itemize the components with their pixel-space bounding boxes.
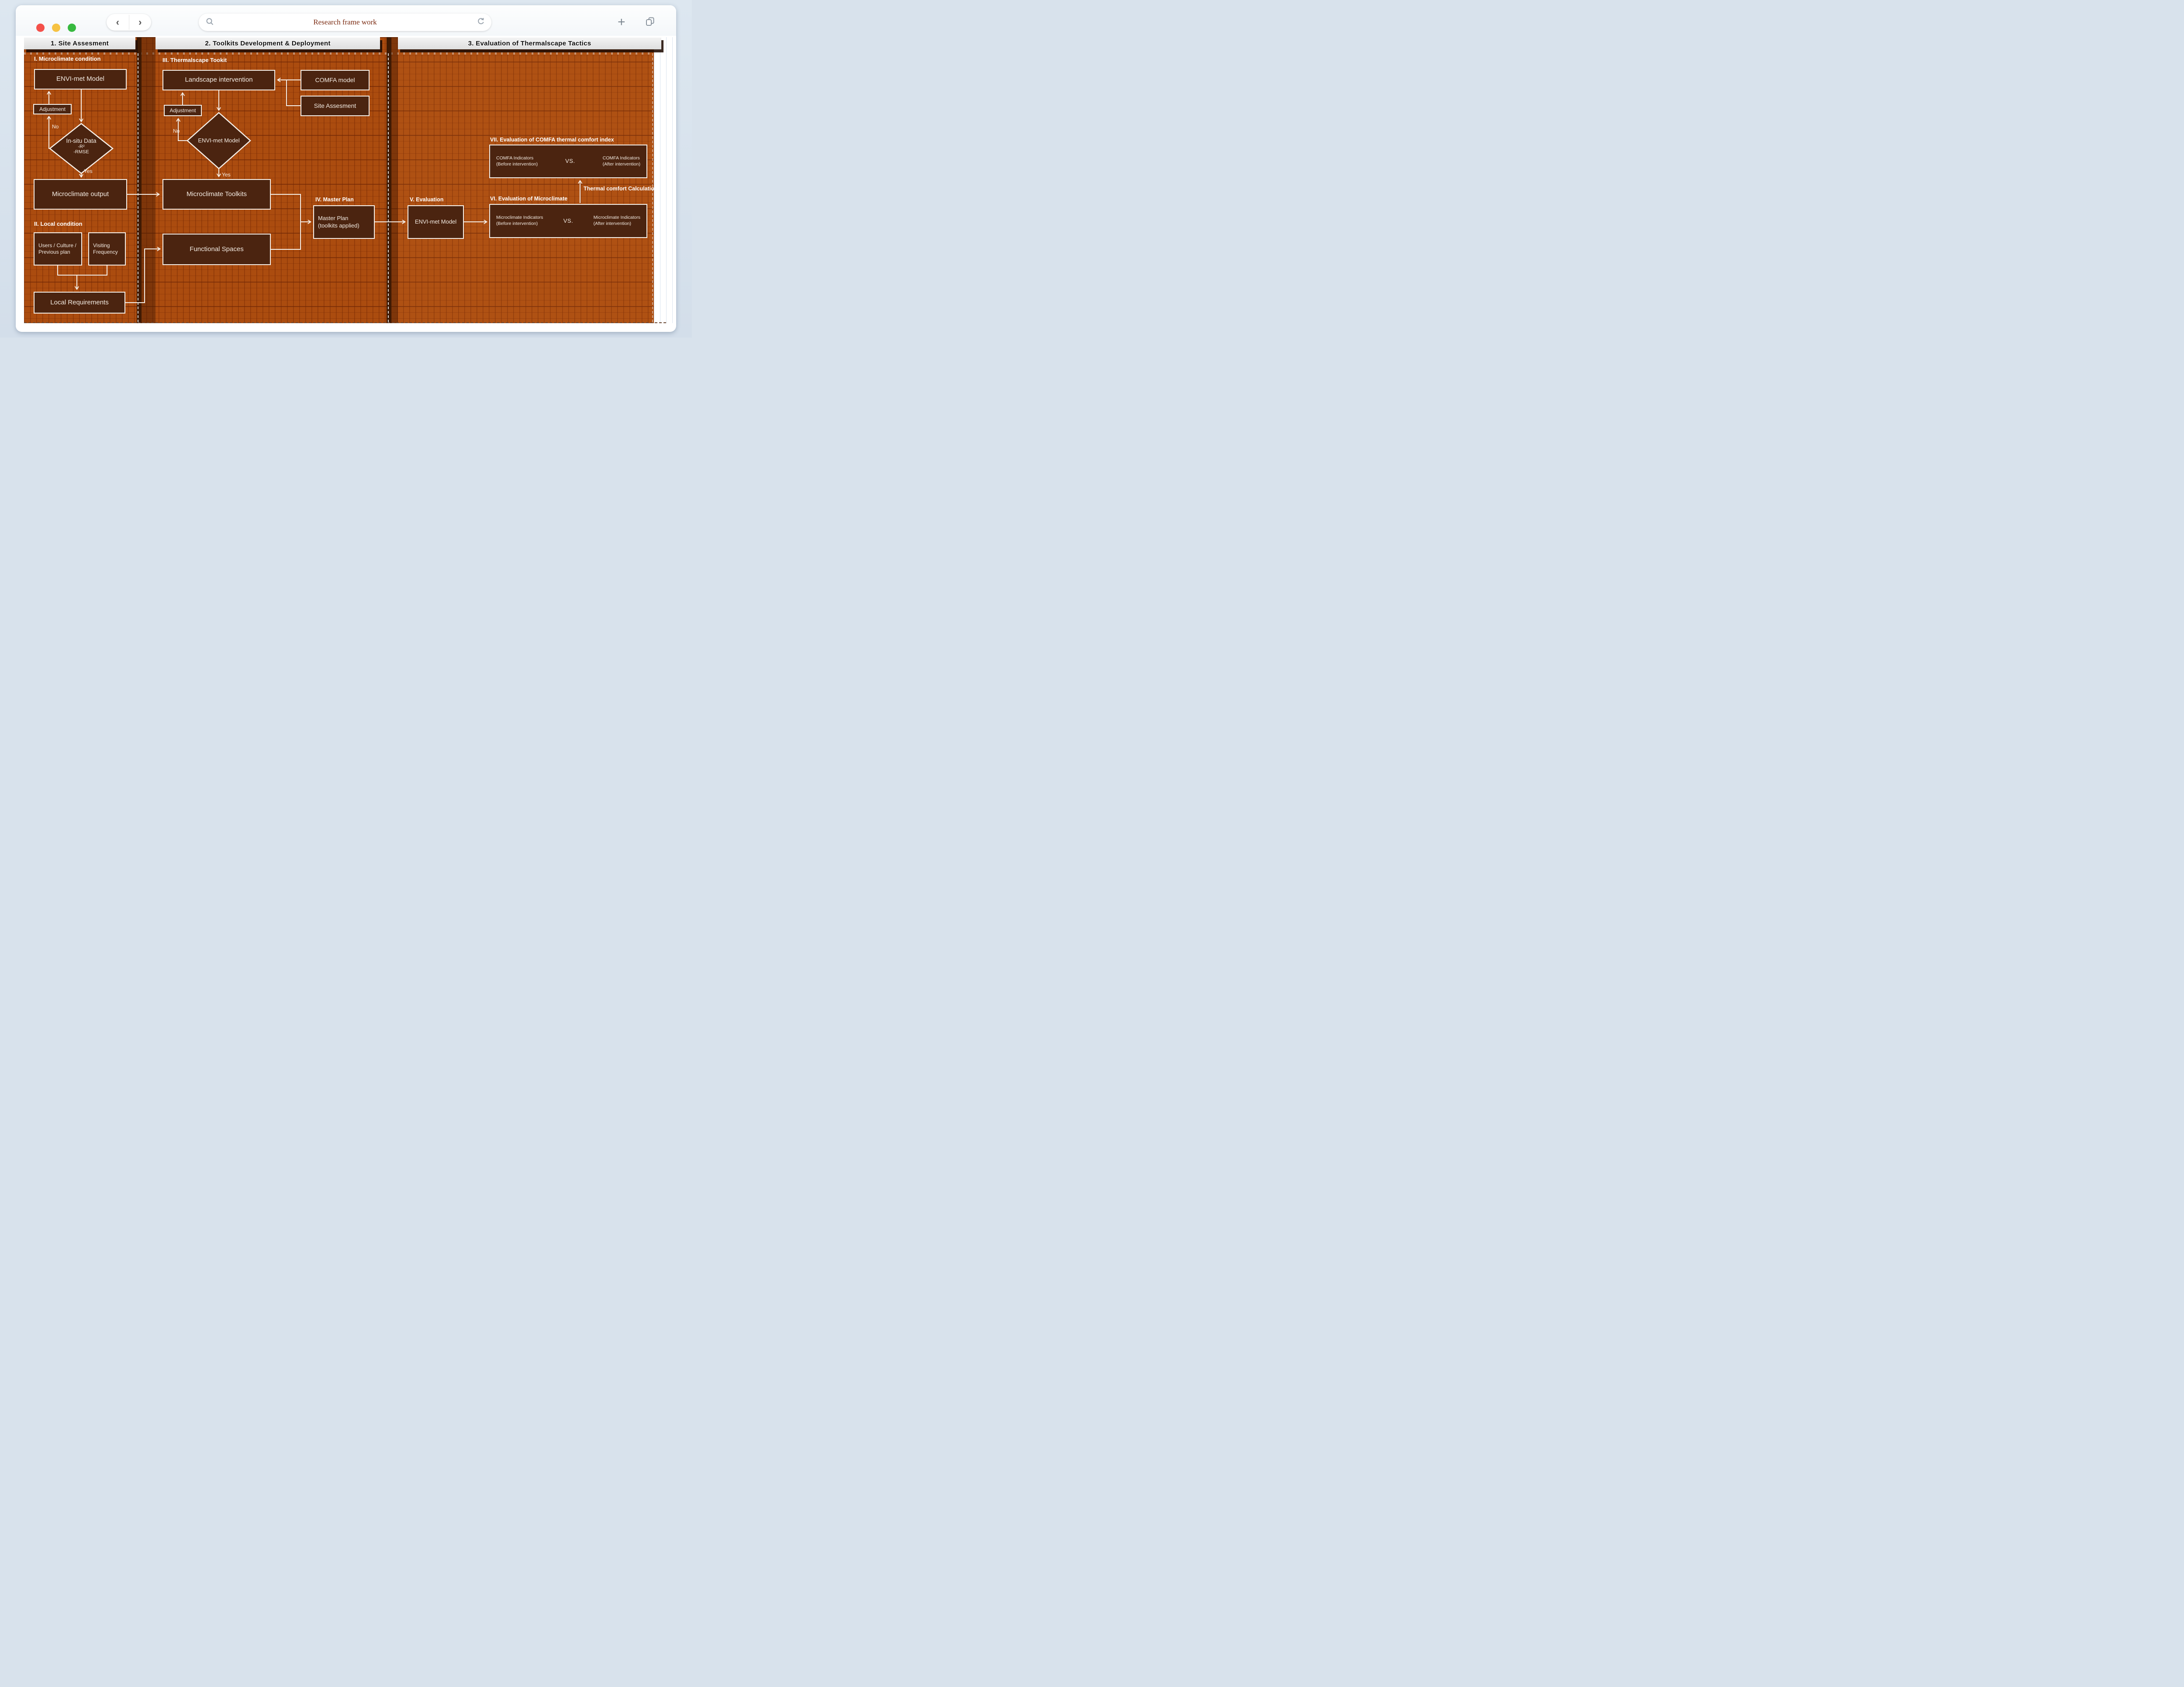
node-comfa-comparison: COMFA Indicators(Before intervention) VS…: [489, 145, 647, 178]
comfa-before-cell: COMFA Indicators(Before intervention): [496, 155, 538, 167]
section-label-v: V. Evaluation: [410, 197, 443, 203]
section-label-iv: IV. Master Plan: [315, 197, 354, 203]
node-master-plan: Master Plan(toolkits applied): [313, 205, 375, 239]
screenshot-root: ‹ › Research frame work +: [0, 0, 692, 338]
minimize-window-button[interactable]: [52, 24, 60, 32]
node-envi-met-model-1: ENVI-met Model: [34, 69, 127, 90]
node-comfa-model: COMFA model: [301, 70, 370, 90]
column-header-site-assesment: 1. Site Assesment: [24, 37, 135, 49]
nav-button-group: ‹ ›: [107, 14, 151, 31]
section-label-i: I. Microclimate condition: [34, 55, 100, 62]
back-button[interactable]: ‹: [107, 14, 129, 31]
node-adjustment-1: Adjustment: [33, 104, 72, 114]
node-envi-met-model-3: ENVI-met Model: [408, 205, 464, 239]
column3-panel-tint: [398, 37, 654, 323]
node-landscape-intervention: Landscape intervention: [162, 70, 275, 90]
slide-bottom-dashed-border: [24, 322, 666, 323]
column-divider-stripe-1: [137, 37, 156, 323]
branch-label-yes-2: Yes: [222, 172, 231, 178]
branch-label-no-2: No: [173, 128, 180, 134]
vs-label-vi: VS.: [563, 217, 573, 224]
decision-insitu-data-text: In-situ Data -R² -RMSE: [57, 138, 105, 155]
forward-button[interactable]: ›: [129, 14, 152, 31]
node-adjustment-2: Adjustment: [164, 105, 202, 116]
node-users-culture-previous-plan: Users / Culture /Previous plan: [34, 232, 82, 266]
node-visiting-frequency: VisitingFrequency: [88, 232, 126, 266]
microclimate-before-cell: Microclimate Indicators(Before intervent…: [496, 215, 543, 227]
section-label-vii: VII. Evaluation of COMFA thermal comfort…: [490, 137, 614, 143]
node-microclimate-comparison: Microclimate Indicators(Before intervent…: [489, 204, 647, 238]
node-local-requirements: Local Requirements: [34, 292, 125, 314]
browser-window: ‹ › Research frame work +: [16, 5, 676, 332]
section-label-vi: VI. Evaluation of Microclimate: [490, 196, 567, 202]
column-header-evaluation: 3. Evaluation of Thermalscape Tactics: [398, 37, 661, 49]
tabs-overview-icon[interactable]: [646, 17, 655, 28]
comfa-after-cell: COMFA Indicators(After intervention): [603, 155, 640, 167]
node-microclimate-output: Microclimate output: [34, 179, 127, 210]
branch-label-yes-1: Yes: [84, 168, 93, 174]
diagram-canvas: I. Microclimate condition II. Local cond…: [24, 37, 654, 323]
new-tab-button[interactable]: +: [618, 16, 625, 29]
zoom-window-button[interactable]: [68, 24, 76, 32]
search-icon: [206, 17, 214, 28]
address-bar[interactable]: Research frame work: [199, 14, 491, 31]
section-label-ii: II. Local condition: [34, 221, 83, 227]
vs-label-vii: VS.: [565, 158, 575, 165]
section-label-iii: III. Thermalscape Tookit: [162, 57, 227, 63]
thermal-comfort-calculation-label: Thermal comfort Calculation: [584, 186, 657, 192]
page-title: Research frame work: [214, 18, 477, 27]
dashed-separator-2: [388, 53, 389, 322]
branch-label-no-1: No: [52, 124, 59, 130]
refresh-icon[interactable]: [477, 17, 485, 28]
node-microclimate-toolkits: Microclimate Toolkits: [162, 179, 271, 210]
node-functional-spaces: Functional Spaces: [162, 234, 271, 265]
node-site-assesment: Site Assesment: [301, 96, 370, 116]
pasteboard-right-band: [654, 37, 674, 323]
decision-envi-met-text: ENVI-met Model: [195, 137, 243, 144]
browser-toolbar: ‹ › Research frame work +: [16, 5, 676, 36]
microclimate-after-cell: Microclimate Indicators(After interventi…: [594, 215, 640, 227]
close-window-button[interactable]: [36, 24, 45, 32]
column-header-toolkits-development: 2. Toolkits Development & Deployment: [156, 37, 380, 49]
